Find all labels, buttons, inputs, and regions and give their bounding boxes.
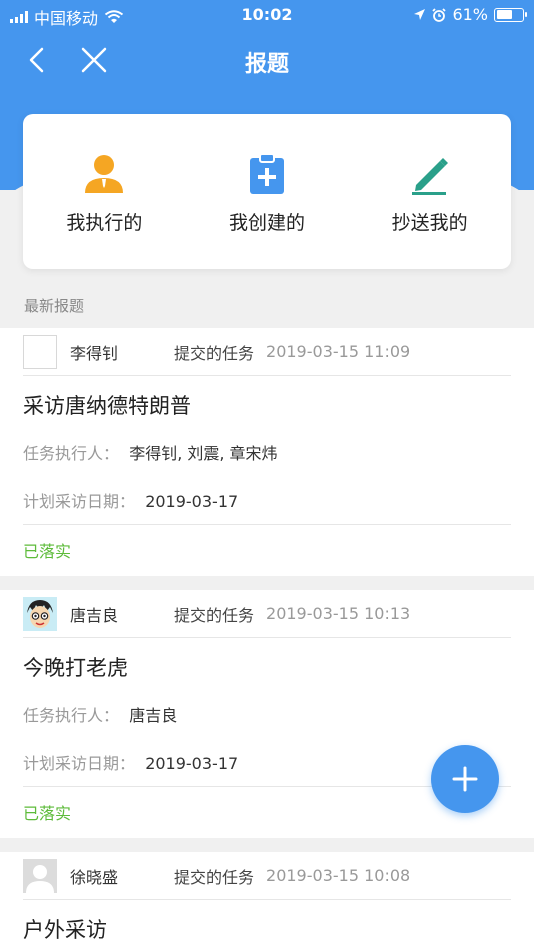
card-header: 李得钊 提交的任务 2019-03-15 11:09 (23, 328, 511, 376)
date-label: 计划采访日期： (23, 754, 136, 773)
task-title: 采访唐纳德特朗普 (23, 394, 191, 418)
location-icon (414, 9, 426, 20)
executors-label: 任务执行人： (23, 444, 120, 463)
task-type: 提交的任务 (174, 867, 255, 887)
timestamp: 2019-03-15 11:09 (266, 342, 411, 361)
card-header: 徐晓盛 提交的任务 2019-03-15 10:08 (23, 852, 511, 900)
avatar (23, 596, 57, 631)
section-label: 最新报题 (24, 297, 85, 315)
task-title: 今晚打老虎 (23, 656, 128, 680)
author-name: 唐吉良 (70, 605, 119, 625)
battery-fill (496, 10, 512, 19)
default-avatar-icon (26, 864, 54, 893)
quick-action-cc[interactable]: 抄送我的 (348, 114, 511, 269)
page-title: 报题 (244, 52, 289, 77)
add-task-button[interactable] (431, 745, 499, 813)
pencil-icon (411, 158, 448, 195)
status-bar: 中国移动 10:02 61% (0, 0, 534, 30)
task-card[interactable]: 李得钊 提交的任务 2019-03-15 11:09 采访唐纳德特朗普 任务执行… (0, 328, 534, 576)
cartoon-avatar-icon (27, 599, 53, 628)
plus-icon (452, 766, 478, 792)
timestamp: 2019-03-15 10:13 (266, 604, 411, 623)
quick-action-label: 抄送我的 (391, 212, 468, 234)
battery-percent: 61% (452, 5, 488, 24)
task-type: 提交的任务 (174, 343, 255, 363)
avatar (23, 334, 57, 369)
quick-actions-card: 我执行的 我创建的 抄送我的 (23, 114, 511, 269)
executors-row: 任务执行人： 李得钊, 刘震, 章宋炜 (23, 428, 511, 476)
quick-action-label: 我创建的 (229, 212, 306, 234)
nav-bar: 报题 (0, 38, 534, 82)
date-row: 计划采访日期： 2019-03-17 (23, 476, 511, 525)
date-label: 计划采访日期： (23, 492, 136, 511)
avatar (23, 858, 57, 893)
task-type: 提交的任务 (174, 605, 255, 625)
quick-action-created[interactable]: 我创建的 (186, 114, 349, 269)
status-text: 已落实 (23, 542, 72, 561)
timestamp: 2019-03-15 10:08 (266, 866, 411, 885)
quick-action-executed[interactable]: 我执行的 (23, 114, 186, 269)
task-feed: 李得钊 提交的任务 2019-03-15 11:09 采访唐纳德特朗普 任务执行… (0, 328, 534, 950)
date-value: 2019-03-17 (145, 754, 239, 773)
task-title: 户外采访 (23, 918, 107, 942)
clipboard-add-icon (250, 153, 284, 194)
author-name: 李得钊 (70, 343, 119, 363)
author-name: 徐晓盛 (70, 867, 119, 887)
card-header: 唐吉良 提交的任务 2019-03-15 10:13 (23, 590, 511, 638)
battery-icon (494, 7, 527, 22)
executors-label: 任务执行人： (23, 706, 120, 725)
executors-value: 李得钊, 刘震, 章宋炜 (129, 444, 278, 463)
person-icon (85, 155, 124, 193)
date-value: 2019-03-17 (145, 492, 239, 511)
executors-row: 任务执行人： 唐吉良 (23, 690, 511, 738)
task-card[interactable]: 徐晓盛 提交的任务 2019-03-15 10:08 户外采访 (0, 852, 534, 950)
quick-action-label: 我执行的 (66, 212, 143, 234)
executors-value: 唐吉良 (129, 706, 178, 725)
alarm-icon (432, 7, 447, 22)
